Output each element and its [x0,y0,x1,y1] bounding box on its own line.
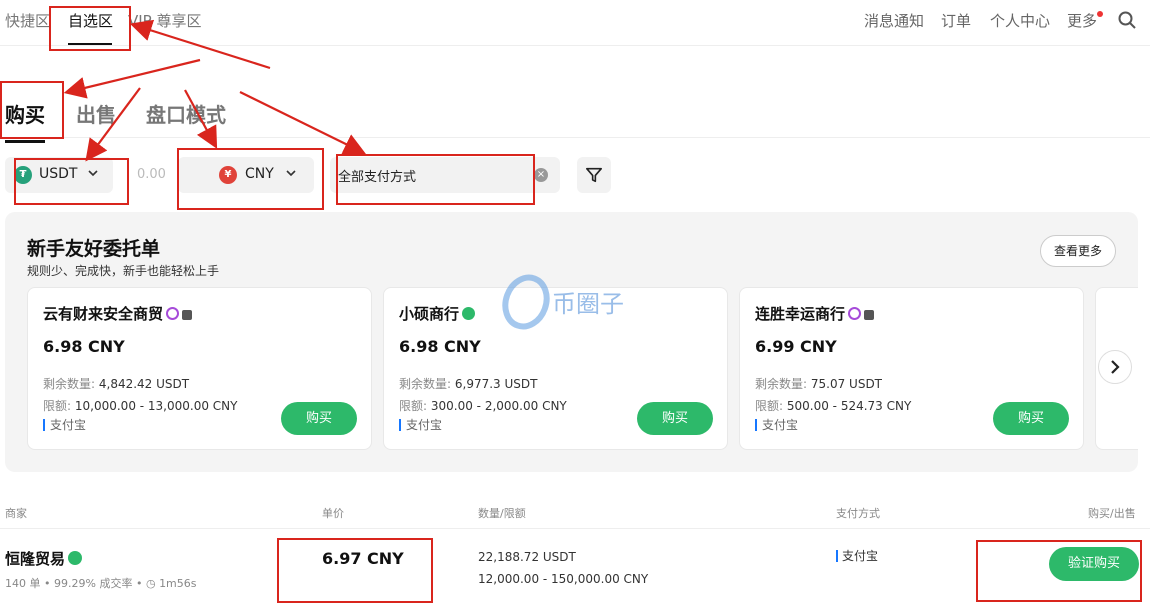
limit-value: 500.00 - 524.73 CNY [786,399,912,413]
limit-label: 限额: [399,399,428,413]
avg-release-time: 1m56s [159,577,197,590]
tab-vip-zone[interactable]: VIP 尊享区 [128,10,202,31]
watermark-logo: 币圈子 [500,272,650,332]
payment-method: 支付宝 [43,419,86,431]
col-header-merchant: 商家 [5,507,27,520]
table-divider [0,528,1150,529]
limit-line: 限额: 300.00 - 2,000.00 CNY [399,397,567,414]
payment-method: 支付宝 [755,419,798,431]
trade-tabs: 购买 出售 盘口模式 [0,86,1150,143]
remaining-label: 剩余数量: [43,377,96,391]
limit-value: 10,000.00 - 13,000.00 CNY [74,399,238,413]
verified-badge-icon [462,307,476,320]
carousel-next-button[interactable] [1098,350,1132,384]
annotation-box [49,6,131,51]
offer-price: 6.99 CNY [755,337,837,356]
remaining-value: 4,842.42 USDT [98,377,190,391]
search-icon[interactable] [1118,11,1136,29]
verified-badge-icon [68,551,83,565]
offer-card: 云有财来安全商贸 6.98 CNY 剩余数量: 4,842.42 USDT 限额… [27,287,372,450]
view-more-button[interactable]: 查看更多 [1040,235,1116,267]
merchant-name: 小硕商行 [399,305,460,323]
order-count: 140 单 [5,577,41,590]
watermark-text: 币圈子 [552,290,624,318]
section-subtitle: 规则少、完成快，新手也能轻松上手 [27,264,220,278]
buy-button[interactable]: 购买 [281,402,357,435]
diamond-badge-icon [166,307,180,320]
clear-icon[interactable]: × [534,168,548,182]
merchant-name: 云有财来安全商贸 [43,305,164,323]
diamond-badge-icon [848,307,862,320]
merchant-stats: 140 单 • 99.29% 成交率 • ◷ 1m56s [5,575,197,591]
separator-dot: • [135,577,146,590]
annotation-box [277,538,433,603]
section-title: 新手友好委托单 [27,238,161,260]
col-header-quantity: 数量/限额 [478,507,526,520]
row-quantity: 22,188.72 USDT [478,550,576,564]
remaining-value: 75.07 USDT [810,377,883,391]
buy-button[interactable]: 购买 [993,402,1069,435]
nav-notifications[interactable]: 消息通知 [864,10,924,31]
limit-line: 限额: 500.00 - 524.73 CNY [755,397,911,414]
filter-funnel-icon [585,167,603,183]
offer-price: 6.98 CNY [43,337,125,356]
remaining-line: 剩余数量: 6,977.3 USDT [399,375,537,392]
merchant-name-row[interactable]: 恒隆贸易 [5,548,83,569]
col-header-action: 购买/出售 [1088,507,1136,520]
tab-quick-zone[interactable]: 快捷区 [5,10,50,31]
clock-icon: ◷ [145,577,156,590]
annotation-box [0,81,64,139]
offer-price: 6.98 CNY [399,337,481,356]
annotation-box [14,158,129,205]
merchant-name-row: 连胜幸运商行 [755,303,875,324]
completion-rate: 99.29% 成交率 [54,577,133,590]
annotation-box [976,540,1142,602]
merchant-badge-icon [182,310,193,320]
merchant-badge-icon [864,310,875,320]
remaining-line: 剩余数量: 4,842.42 USDT [43,375,189,392]
beginner-friendly-section: 新手友好委托单 规则少、完成快，新手也能轻松上手 查看更多 云有财来安全商贸 6… [5,212,1138,472]
row-payment-method: 支付宝 [836,550,878,562]
annotation-box [336,154,535,205]
limit-value: 300.00 - 2,000.00 CNY [430,399,567,413]
merchant-name-row: 云有财来安全商贸 [43,303,193,324]
limit-label: 限额: [755,399,784,413]
remaining-label: 剩余数量: [755,377,808,391]
merchant-name: 连胜幸运商行 [755,305,846,323]
offer-card: 连胜幸运商行 6.99 CNY 剩余数量: 75.07 USDT 限额: 500… [739,287,1084,450]
top-nav: 快捷区 自选区 VIP 尊享区 消息通知 订单 个人中心 更多 [0,0,1150,46]
nav-more[interactable]: 更多 [1067,10,1097,31]
col-header-payment: 支付方式 [836,507,880,520]
tab-sell[interactable]: 出售 [76,99,116,128]
nav-orders[interactable]: 订单 [941,10,971,31]
chevron-right-icon [1111,360,1120,374]
col-header-price: 单价 [322,507,344,520]
buy-button[interactable]: 购买 [637,402,713,435]
limit-line: 限额: 10,000.00 - 13,000.00 CNY [43,397,237,414]
remaining-label: 剩余数量: [399,377,452,391]
filter-button[interactable] [577,157,611,193]
separator-dot: • [44,577,54,590]
nav-profile[interactable]: 个人中心 [990,10,1050,31]
amount-input[interactable]: 0.00 [137,167,166,182]
merchant-name: 恒隆贸易 [5,550,66,568]
limit-label: 限额: [43,399,72,413]
tab-orderbook-mode[interactable]: 盘口模式 [146,99,226,128]
merchant-name-row: 小硕商行 [399,303,476,324]
payment-method: 支付宝 [399,419,442,431]
active-tab-underline [5,140,45,143]
notification-dot [1097,11,1103,17]
row-limit: 12,000.00 - 150,000.00 CNY [478,572,649,586]
annotation-box [177,148,324,210]
remaining-value: 6,977.3 USDT [454,377,538,391]
remaining-line: 剩余数量: 75.07 USDT [755,375,882,392]
